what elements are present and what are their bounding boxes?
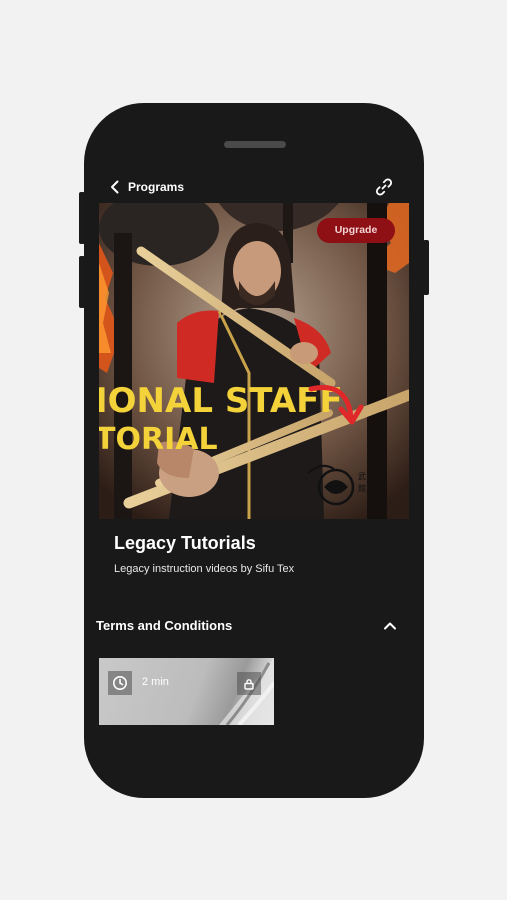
terms-label: Terms and Conditions [96,618,233,633]
back-button[interactable]: Programs [110,175,184,199]
overlay-title-line2: TORIAL [99,422,218,457]
link-icon[interactable] [374,177,394,197]
overlay-title-line1: IONAL STAFF [99,381,343,421]
locked-badge [237,672,261,695]
duration-badge [108,671,132,695]
back-label: Programs [128,180,185,194]
program-title: Legacy Tutorials [114,533,256,553]
lock-icon [244,678,254,690]
phone-frame: Programs IONAL STAFF TORIAL 武 館 Upgrade … [84,103,424,798]
upgrade-button[interactable]: Upgrade [317,218,395,243]
top-navbar: Programs [84,175,424,199]
program-hero-image: IONAL STAFF TORIAL 武 館 Upgrade [99,203,409,519]
terms-and-conditions-toggle[interactable]: Terms and Conditions [84,615,424,637]
clock-icon [113,676,127,690]
svg-text:館: 館 [358,483,366,493]
video-card[interactable]: 2 min [99,658,274,725]
svg-text:武: 武 [358,471,366,481]
speaker-grille [224,141,286,148]
chevron-left-icon [111,180,119,194]
video-duration: 2 min [142,676,169,688]
chevron-up-icon [384,622,396,630]
martial-artist-photo: IONAL STAFF TORIAL 武 館 [99,203,409,519]
program-description: Legacy instruction videos by Sifu Tex [114,563,295,575]
